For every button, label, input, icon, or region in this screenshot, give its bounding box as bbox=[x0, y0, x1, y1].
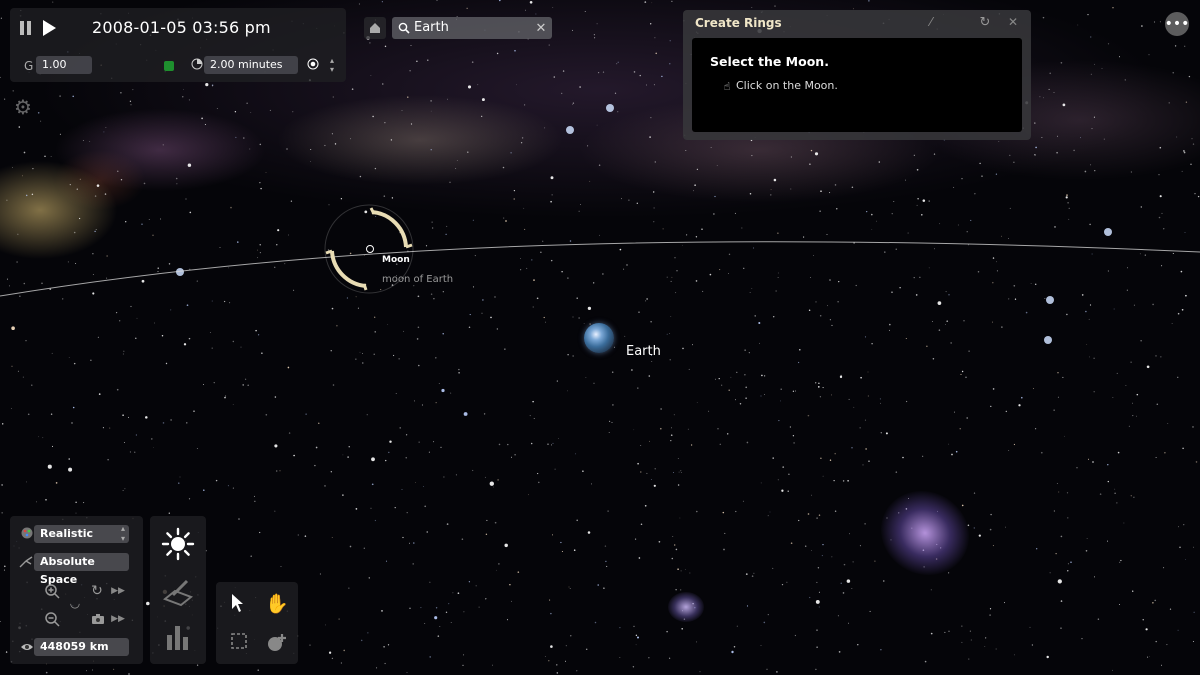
search-input[interactable]: Earth bbox=[414, 20, 449, 35]
chart-icon[interactable] bbox=[164, 622, 192, 652]
clear-icon[interactable]: ✕ bbox=[534, 21, 548, 36]
search-bar[interactable]: Earth ✕ bbox=[392, 17, 552, 39]
zoom-in-icon[interactable] bbox=[43, 582, 61, 600]
home-icon[interactable] bbox=[364, 17, 386, 39]
distance-value: 448059 km bbox=[40, 640, 109, 653]
instruction-step: Select the Moon. bbox=[710, 54, 829, 69]
time-step-input[interactable]: 2.00 minutes bbox=[204, 56, 298, 74]
fast-forward-icon[interactable]: ▶▶ bbox=[110, 583, 126, 599]
close-icon[interactable]: ✕ bbox=[1005, 14, 1021, 30]
display-mode-value: Realistic bbox=[40, 527, 93, 540]
more-icon[interactable]: ••• bbox=[1165, 12, 1189, 36]
rotate-view-icon[interactable]: ↻ bbox=[88, 582, 106, 600]
settings-icon[interactable]: ⚙ bbox=[12, 95, 34, 119]
moon-marker-icon bbox=[366, 245, 374, 253]
pause-icon[interactable] bbox=[18, 19, 34, 37]
search-icon bbox=[397, 21, 411, 35]
pointer-icon[interactable] bbox=[228, 592, 248, 614]
orbit-camera-icon[interactable]: ◡ bbox=[66, 594, 84, 612]
click-hand-icon: ☝ bbox=[723, 79, 731, 93]
create-rings-content: Select the Moon. ☝ Click on the Moon. bbox=[692, 38, 1022, 132]
status-indicator bbox=[164, 61, 174, 71]
earth-body[interactable] bbox=[584, 323, 614, 353]
hand-icon[interactable]: ✋ bbox=[265, 592, 289, 615]
add-body-icon[interactable] bbox=[264, 630, 290, 654]
create-rings-panel: Create Rings ⁄ ↻ ✕ Select the Moon. ☝ Cl… bbox=[683, 10, 1031, 140]
reset-icon[interactable]: ↻ bbox=[977, 14, 993, 30]
moon-sublabel: moon of Earth bbox=[382, 274, 454, 285]
interaction-mode-panel: ✋ bbox=[216, 582, 298, 664]
play-icon[interactable] bbox=[40, 18, 58, 38]
chevron-down-icon: ▴ ▾ bbox=[120, 524, 125, 543]
target-icon[interactable] bbox=[306, 57, 320, 71]
chevron-down-icon[interactable]: ▴ ▾ bbox=[326, 56, 338, 74]
display-mode-select[interactable]: Realistic ▴ ▾ bbox=[34, 524, 129, 543]
view-control-panel: Realistic ▴ ▾ Absolute Space ◡ ↻ ▶▶ ▶▶ 44… bbox=[10, 516, 143, 664]
minimize-icon[interactable]: ⁄ bbox=[923, 14, 939, 30]
zoom-out-icon[interactable] bbox=[43, 610, 61, 628]
frame-icon bbox=[18, 555, 34, 569]
gravity-label: G bbox=[24, 59, 34, 73]
moon-label[interactable]: Moon bbox=[382, 255, 410, 265]
time-step-icon bbox=[190, 57, 204, 71]
select-box-icon[interactable] bbox=[228, 630, 250, 652]
date-time-display[interactable]: 2008-01-05 03:56 pm bbox=[92, 18, 271, 37]
reference-frame-select[interactable]: Absolute Space bbox=[34, 553, 129, 586]
tool-panel bbox=[150, 516, 206, 664]
small-magellanic-cloud bbox=[668, 592, 704, 622]
palette-icon bbox=[20, 526, 34, 540]
time-control-panel: 2008-01-05 03:56 pm G 1.00 2.00 minutes … bbox=[10, 8, 346, 82]
edit-icon[interactable] bbox=[162, 578, 194, 608]
camera-icon[interactable] bbox=[90, 611, 106, 627]
fast-forward-icon[interactable]: ▶▶ bbox=[110, 611, 126, 627]
gravity-input[interactable]: 1.00 bbox=[36, 56, 92, 74]
instruction-hint: Click on the Moon. bbox=[736, 79, 838, 92]
eye-icon bbox=[19, 640, 35, 654]
earth-label[interactable]: Earth bbox=[626, 344, 661, 359]
create-rings-title: Create Rings bbox=[695, 16, 782, 30]
sun-icon[interactable] bbox=[160, 526, 196, 562]
distance-display[interactable]: 448059 km bbox=[34, 638, 129, 656]
